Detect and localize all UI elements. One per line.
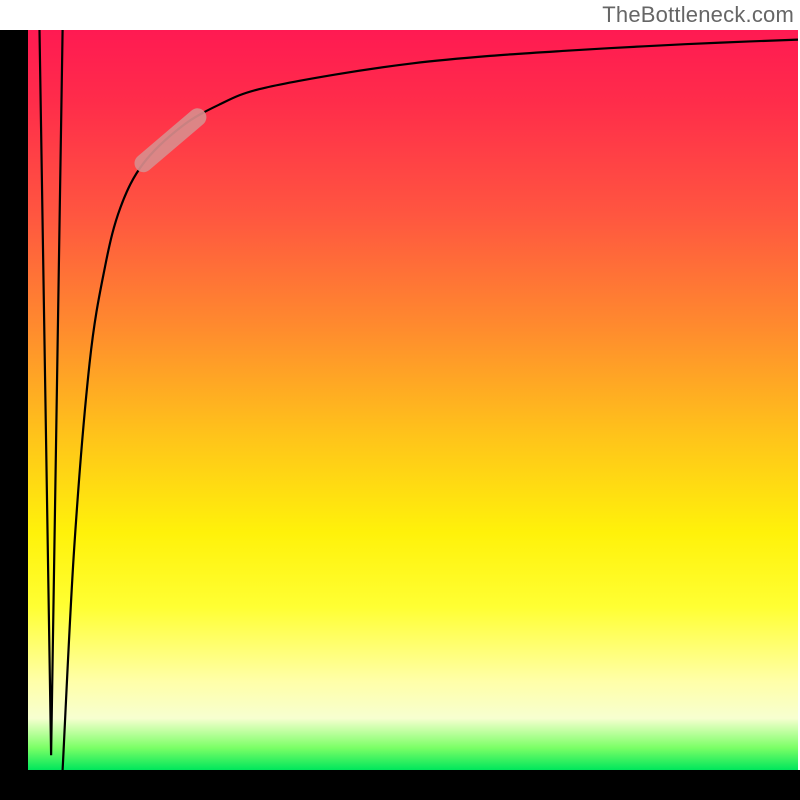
highlight-pill xyxy=(144,117,198,163)
watermark-text: TheBottleneck.com xyxy=(602,2,794,28)
plot-area xyxy=(28,30,798,770)
x-axis-frame xyxy=(0,770,800,800)
curve-spike xyxy=(40,30,63,755)
y-axis-frame xyxy=(0,30,28,800)
chart-svg xyxy=(28,30,798,770)
chart-container: TheBottleneck.com xyxy=(0,0,800,800)
